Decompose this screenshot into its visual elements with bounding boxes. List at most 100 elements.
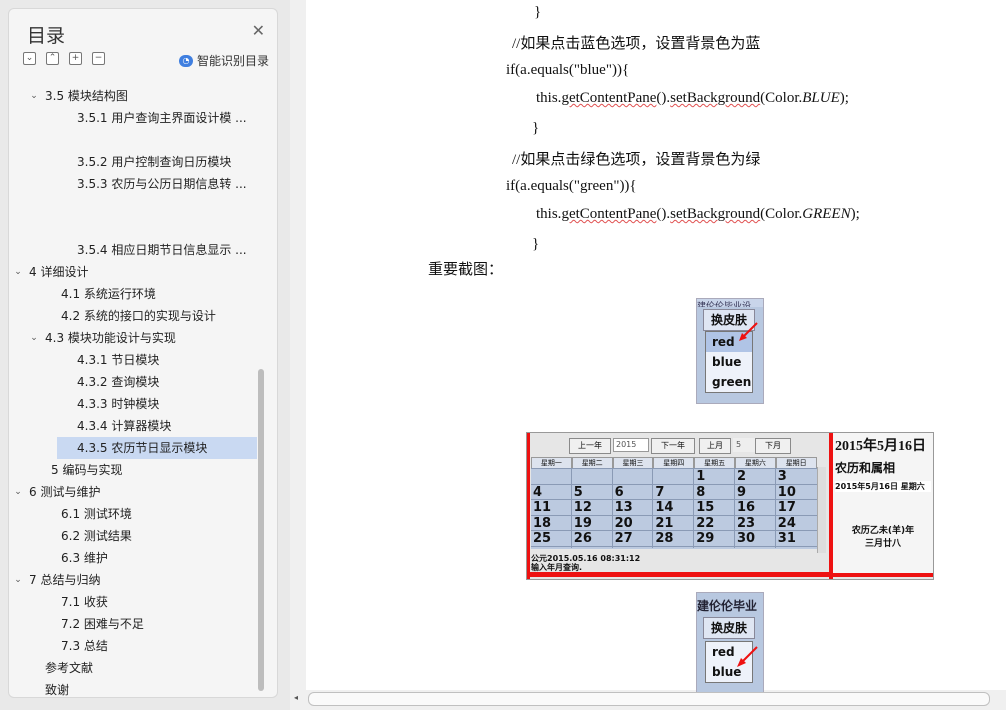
toc-item[interactable]: 6.1 测试环境: [9, 503, 261, 525]
grid-line: [774, 468, 776, 548]
calendar-day: 21: [655, 515, 674, 531]
info-weekday: 2015年5月16日 星期六: [835, 481, 931, 492]
code-token: this.: [536, 90, 562, 106]
toc-pane: 目录 ✕ ⌄ ⌃ + − ◔ 智能识别目录 ⌄ 3.5 模块结构图 3.5.1 用户…: [8, 8, 278, 698]
toc-item-label: 4.3.4 计算器模块: [77, 419, 172, 433]
grid-line: [693, 468, 695, 548]
toc-item[interactable]: 4.1 系统运行环境: [9, 283, 261, 305]
calendar-day: 10: [777, 484, 796, 500]
toc-item-label: 7 总结与归纳: [29, 573, 101, 587]
skin-button: 换皮肤: [703, 617, 755, 639]
code-line: //如果点击蓝色选项，设置背景色为蓝: [512, 36, 761, 52]
toc-item[interactable]: ⌄ 4.3 模块功能设计与实现: [9, 327, 261, 349]
toc-item-label: 3.5.3 农历与公历日期信息转 ...: [77, 177, 247, 191]
toc-item[interactable]: ⌄ 4 详细设计: [9, 261, 261, 283]
toc-item[interactable]: 4.2 系统的接口的实现与设计: [9, 305, 261, 327]
prev-month-button: 上月: [699, 438, 731, 454]
toc-item[interactable]: 4.3.1 节日模块: [9, 349, 261, 371]
calendar-day: 30: [737, 531, 756, 546]
toc-item[interactable]: 6.3 维护: [9, 547, 261, 569]
toc-item[interactable]: 3.5.3 农历与公历日期信息转 ...: [9, 173, 261, 195]
toc-item[interactable]: 4.3.3 时钟模块: [9, 393, 261, 415]
calendar-scrollbar: [817, 467, 826, 553]
toc-item[interactable]: ⌄ 6 测试与维护: [9, 481, 261, 503]
window-title-fragment: 建伦伦毕业设: [697, 599, 758, 613]
toc-item[interactable]: 3.5.4 相应日期节日信息显示 ...: [9, 239, 261, 261]
code-token: (Color.: [760, 90, 803, 106]
calendar-day: 26: [573, 531, 592, 546]
chevron-down-icon[interactable]: ⌄: [29, 327, 39, 349]
toc-item[interactable]: 参考文献: [9, 657, 261, 679]
code-token: BLUE: [802, 90, 840, 106]
lunar-year: 农历乙未(羊)年: [851, 526, 915, 536]
code-token: (Color.: [760, 206, 803, 222]
expand-all-icon[interactable]: ⌃: [46, 52, 59, 65]
chevron-down-icon[interactable]: ⌄: [13, 261, 23, 283]
code-line: if(a.equals("blue")){: [506, 62, 630, 78]
code-token: );: [850, 206, 860, 222]
code-token: setBackground: [670, 90, 761, 106]
add-item-icon[interactable]: +: [69, 52, 82, 65]
chevron-down-icon[interactable]: ⌄: [13, 569, 23, 591]
calendar-day: 20: [614, 515, 633, 531]
calendar-day: 27: [614, 531, 633, 546]
toc-item[interactable]: 3.5.1 用户查询主界面设计模 ...: [9, 107, 261, 129]
calendar-screenshot: 上一年 2015 下一年 上月 5 下月 星期一 星期二 星期三 星期四 星期五 星期六星…: [526, 432, 934, 580]
code-line: this.getContentPane().setBackground(Colo…: [536, 206, 860, 223]
toc-item-label: 6.3 维护: [61, 551, 108, 565]
collapse-all-icon[interactable]: ⌄: [23, 52, 36, 65]
toc-item[interactable]: 致谢: [9, 679, 261, 697]
toc-item[interactable]: 7.2 困难与不足: [9, 613, 261, 635]
code-token: setBackground: [670, 206, 761, 222]
menu-option-green: green: [712, 375, 752, 389]
smart-toc-button[interactable]: ◔ 智能识别目录: [178, 52, 269, 69]
toc-item[interactable]: 7.1 收获: [9, 591, 261, 613]
toc-item[interactable]: 4.3.5 农历节日显示模块: [57, 437, 257, 459]
chevron-down-icon[interactable]: ⌄: [29, 85, 39, 107]
calendar-day: 19: [573, 515, 592, 531]
toc-item[interactable]: ⌄ 3.5 模块结构图: [9, 85, 261, 107]
toc-title: 目录: [27, 25, 66, 47]
toc-item-label: 4.2 系统的接口的实现与设计: [61, 309, 216, 323]
calendar-day: 13: [614, 500, 633, 515]
toc-item[interactable]: 4.3.4 计算器模块: [9, 415, 261, 437]
red-border: [527, 433, 530, 579]
year-input: 2015: [613, 438, 649, 452]
calendar-day: 25: [533, 531, 552, 546]
toc-item[interactable]: 4.3.2 查询模块: [9, 371, 261, 393]
remove-item-icon[interactable]: −: [92, 52, 105, 65]
toc-item[interactable]: 5 编码与实现: [9, 459, 261, 481]
horizontal-scrollbar[interactable]: [308, 692, 990, 706]
calendar-day: 14: [655, 500, 674, 515]
toc-item-label: 4 详细设计: [29, 265, 89, 279]
toc-item-label: 7.3 总结: [61, 639, 108, 653]
toc-item-label: 3.5.4 相应日期节日信息显示 ...: [77, 243, 247, 257]
info-subtitle: 农历和属相: [835, 461, 896, 475]
calendar-day: 23: [737, 515, 756, 531]
close-icon[interactable]: ✕: [252, 21, 265, 40]
toc-item-label: 6.1 测试环境: [61, 507, 132, 521]
code-line: }: [534, 4, 542, 20]
toc-item-label: 3.5 模块结构图: [45, 89, 128, 103]
toc-item[interactable]: 7.3 总结: [9, 635, 261, 657]
smart-icon: ◔: [178, 54, 193, 67]
important-screenshot-heading: 重要截图：: [428, 260, 504, 278]
calendar-day: 28: [655, 531, 674, 546]
toc-item-label: 6.2 测试结果: [61, 529, 132, 543]
grid-line: [734, 468, 735, 548]
toc-item-label: 4.3.3 时钟模块: [77, 397, 160, 411]
month-input: 5: [733, 438, 755, 452]
grid-line: [652, 468, 654, 548]
chevron-down-icon[interactable]: ⌄: [13, 481, 23, 503]
toc-item[interactable]: ⌄ 7 总结与归纳: [9, 569, 261, 591]
calendar-day: 8: [696, 484, 706, 500]
next-month-button: 下月: [755, 438, 791, 454]
toc-item-label: 4.3.1 节日模块: [77, 353, 160, 367]
toc-item[interactable]: 6.2 测试结果: [9, 525, 261, 547]
toc-scrollbar[interactable]: [258, 369, 264, 691]
scroll-left-icon[interactable]: ◂: [294, 693, 298, 702]
code-token: );: [839, 90, 849, 106]
document-area: 重要截图： 建伦伦毕业设 换皮肤 red blue green 上一年 2015…: [290, 0, 1006, 710]
toc-item[interactable]: 3.5.2 用户控制查询日历模块: [9, 151, 261, 173]
red-arrow-icon: [737, 646, 758, 667]
